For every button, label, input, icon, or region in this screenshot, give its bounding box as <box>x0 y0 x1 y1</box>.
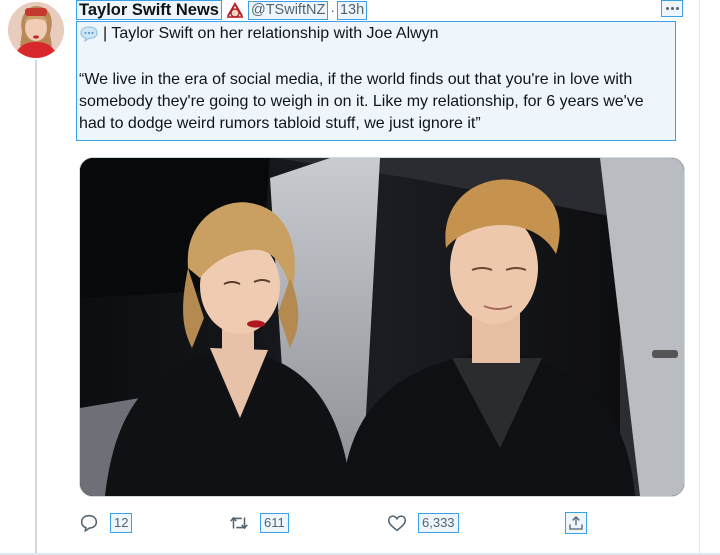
reply-button[interactable]: 12 <box>78 510 133 536</box>
speech-balloon-icon <box>80 26 98 42</box>
tweet-quote: “We live in the era of social media, if … <box>79 71 644 132</box>
avatar[interactable] <box>8 2 64 58</box>
tweet-text: | Taylor Swift on her relationship with … <box>76 21 676 141</box>
tweet-intro: | Taylor Swift on her relationship with … <box>103 25 439 42</box>
author-name[interactable]: Taylor Swift News <box>76 0 222 20</box>
thread-line <box>35 60 37 555</box>
heart-icon <box>387 515 407 532</box>
tweet-header: Taylor Swift News @TSwiftNZ · 13h <box>76 0 368 20</box>
retweet-count: 611 <box>260 513 289 533</box>
reply-count: 12 <box>110 513 133 533</box>
like-count: 6,333 <box>418 513 459 533</box>
tweet-actions: 12 611 6,333 <box>0 510 720 538</box>
tweet-photo[interactable] <box>79 157 685 497</box>
reply-icon <box>80 514 98 533</box>
like-button[interactable]: 6,333 <box>386 510 459 536</box>
share-button[interactable] <box>565 510 587 536</box>
tweet-timestamp[interactable]: 13h <box>336 0 368 20</box>
retweet-button[interactable]: 611 <box>228 510 289 536</box>
author-handle[interactable]: @TSwiftNZ <box>247 0 329 20</box>
camera-emoji-icon <box>226 2 243 18</box>
more-options-button[interactable] <box>661 0 683 17</box>
share-icon <box>565 512 587 534</box>
header-separator: · <box>330 2 335 18</box>
timeline-border <box>699 0 700 555</box>
more-dots-icon <box>665 7 669 10</box>
retweet-icon <box>230 516 248 530</box>
